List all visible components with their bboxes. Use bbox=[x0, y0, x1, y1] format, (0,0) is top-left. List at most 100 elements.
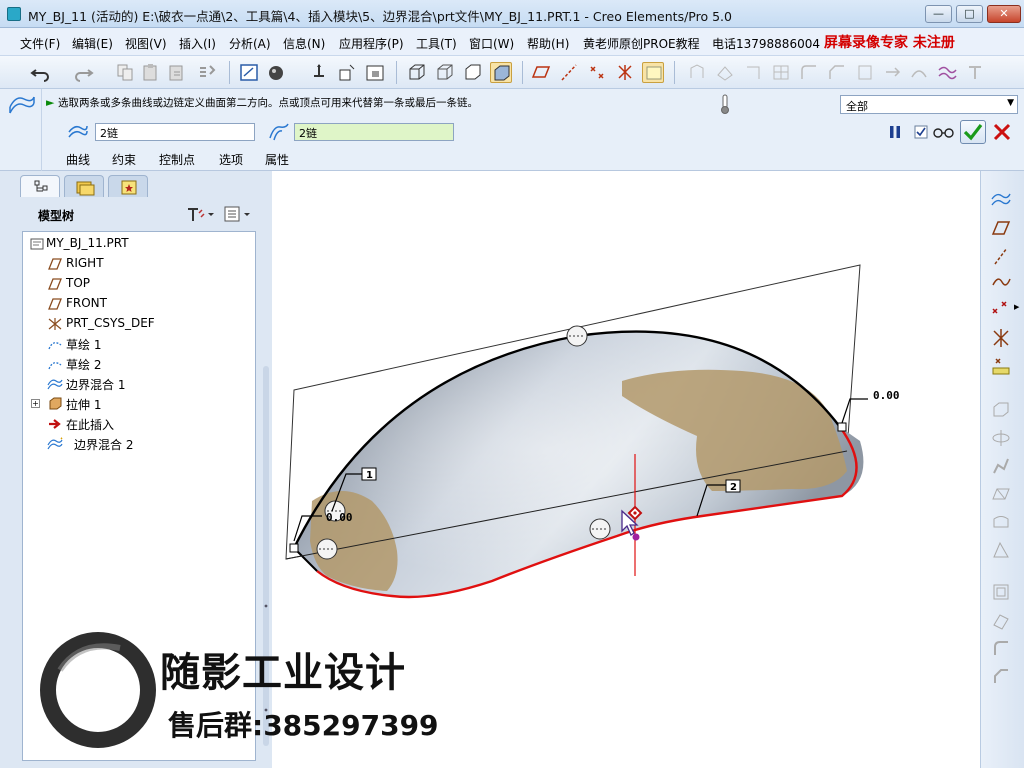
filter-select[interactable]: 全部 ▼ bbox=[840, 95, 1018, 114]
menu-tools[interactable]: 工具(T) bbox=[416, 35, 457, 52]
datum-plane-display-icon[interactable] bbox=[530, 62, 552, 83]
square-handle[interactable] bbox=[837, 422, 847, 432]
menu-window[interactable]: 窗口(W) bbox=[469, 35, 514, 52]
tab-properties[interactable]: 属性 bbox=[265, 151, 289, 168]
second-direction-chain-field[interactable]: 2链 bbox=[294, 123, 454, 141]
tab-control-points[interactable]: 控制点 bbox=[159, 151, 195, 168]
tree-settings-icon[interactable] bbox=[184, 204, 218, 224]
menu-insert[interactable]: 插入(I) bbox=[179, 35, 216, 52]
rib-icon[interactable] bbox=[742, 62, 764, 83]
datum-plane-tool-icon[interactable] bbox=[990, 217, 1012, 239]
variable-section-sweep-icon[interactable] bbox=[990, 539, 1012, 561]
tab-model-tree[interactable] bbox=[20, 175, 60, 197]
tab-options[interactable]: 选项 bbox=[219, 151, 243, 168]
regenerate-icon[interactable] bbox=[196, 62, 218, 83]
tab-favorites[interactable] bbox=[108, 175, 148, 197]
tree-item-sketch-1[interactable]: 草绘 1 bbox=[23, 334, 253, 354]
tree-item-part[interactable]: MY_BJ_11.PRT bbox=[23, 234, 253, 254]
datum-point-display-icon[interactable] bbox=[586, 62, 608, 83]
tab-folder-browser[interactable] bbox=[64, 175, 104, 197]
hidden-line-icon[interactable] bbox=[434, 62, 456, 83]
round-tool-icon[interactable] bbox=[990, 637, 1012, 659]
maximize-button[interactable]: □ bbox=[956, 5, 983, 23]
datum-axis-display-icon[interactable] bbox=[558, 62, 580, 83]
analysis-feature-icon[interactable] bbox=[990, 355, 1012, 377]
draft-tool-icon[interactable] bbox=[990, 609, 1012, 631]
dimension-label-right[interactable]: 0.00 bbox=[873, 389, 900, 402]
menu-applications[interactable]: 应用程序(P) bbox=[339, 35, 404, 52]
paste-icon[interactable] bbox=[140, 62, 162, 83]
shading-icon[interactable] bbox=[490, 62, 512, 83]
glasses-icon[interactable] bbox=[932, 125, 956, 139]
boundary-blend-tool-icon[interactable] bbox=[990, 189, 1012, 211]
shell-icon[interactable] bbox=[714, 62, 736, 83]
revolve-tool-icon[interactable] bbox=[990, 427, 1012, 449]
chamfer-tool-icon[interactable] bbox=[990, 665, 1012, 687]
merge-icon[interactable] bbox=[882, 62, 904, 83]
thicken-icon[interactable] bbox=[964, 62, 986, 83]
tree-item-boundary-blend-1[interactable]: 边界混合 1 bbox=[23, 374, 253, 394]
orient-icon[interactable] bbox=[336, 62, 358, 83]
menu-info[interactable]: 信息(N) bbox=[283, 35, 325, 52]
minimize-button[interactable]: — bbox=[925, 5, 952, 23]
redo-icon[interactable] bbox=[72, 62, 94, 83]
sketch-view-icon[interactable] bbox=[238, 62, 260, 83]
tree-item-csys[interactable]: PRT_CSYS_DEF bbox=[23, 314, 253, 334]
hole-icon[interactable] bbox=[686, 62, 708, 83]
expand-icon[interactable]: + bbox=[31, 399, 40, 408]
sweep-tool-icon[interactable] bbox=[990, 455, 1012, 477]
datum-curve-tool-icon[interactable] bbox=[990, 271, 1012, 293]
tree-item-front[interactable]: FRONT bbox=[23, 294, 253, 314]
trim-icon[interactable] bbox=[854, 62, 876, 83]
menu-file[interactable]: 文件(F) bbox=[20, 35, 60, 52]
offset-icon[interactable] bbox=[908, 62, 930, 83]
appearance-icon[interactable] bbox=[266, 62, 288, 83]
helical-sweep-tool-icon[interactable] bbox=[990, 511, 1012, 533]
preview-checkbox-icon[interactable] bbox=[914, 125, 928, 139]
dimension-label-left[interactable]: 0.00 bbox=[326, 511, 353, 524]
tree-show-icon[interactable] bbox=[222, 204, 256, 224]
round-icon[interactable] bbox=[798, 62, 820, 83]
pause-icon[interactable] bbox=[888, 124, 902, 140]
square-handle[interactable] bbox=[289, 543, 299, 553]
chamfer-icon[interactable] bbox=[826, 62, 848, 83]
menu-tutorial[interactable]: 黄老师原创PROE教程 bbox=[583, 35, 700, 52]
undo-icon[interactable] bbox=[30, 62, 52, 83]
paste-special-icon[interactable] bbox=[166, 62, 188, 83]
tree-item-insert-here[interactable]: 在此插入 bbox=[23, 414, 253, 434]
chain-label-1[interactable]: 1 bbox=[366, 470, 373, 481]
menu-help[interactable]: 帮助(H) bbox=[527, 35, 569, 52]
wireframe-icon[interactable] bbox=[406, 62, 428, 83]
tree-item-extrude-1[interactable]: + 拉伸 1 bbox=[23, 394, 253, 414]
close-button[interactable]: ✕ bbox=[987, 5, 1021, 23]
menu-analysis[interactable]: 分析(A) bbox=[229, 35, 271, 52]
copy-icon[interactable] bbox=[114, 62, 136, 83]
draft-icon[interactable] bbox=[770, 62, 792, 83]
spin-center-icon[interactable] bbox=[308, 62, 330, 83]
saved-views-icon[interactable] bbox=[364, 62, 386, 83]
tree-item-boundary-blend-2[interactable]: 边界混合 2 bbox=[23, 434, 253, 454]
tree-item-top[interactable]: TOP bbox=[23, 274, 253, 294]
extrude-tool-icon[interactable] bbox=[990, 399, 1012, 421]
chevron-right-icon[interactable]: ▶ bbox=[1014, 303, 1019, 311]
style-icon[interactable] bbox=[936, 62, 958, 83]
no-hidden-icon[interactable] bbox=[462, 62, 484, 83]
tab-curves[interactable]: 曲线 bbox=[66, 151, 90, 168]
shell-tool-icon[interactable] bbox=[990, 581, 1012, 603]
menu-view[interactable]: 视图(V) bbox=[125, 35, 167, 52]
annotation-display-icon[interactable] bbox=[642, 62, 664, 83]
datum-point-tool-icon[interactable]: ▶ bbox=[990, 297, 1019, 319]
tree-item-right[interactable]: RIGHT bbox=[23, 254, 253, 274]
menu-edit[interactable]: 编辑(E) bbox=[72, 35, 113, 52]
ok-button[interactable] bbox=[960, 120, 986, 144]
first-direction-chain-field[interactable]: 2链 bbox=[95, 123, 255, 141]
chain-label-2[interactable]: 2 bbox=[730, 482, 737, 493]
csys-display-icon[interactable] bbox=[614, 62, 636, 83]
cancel-button[interactable] bbox=[992, 122, 1012, 142]
tree-item-sketch-2[interactable]: 草绘 2 bbox=[23, 354, 253, 374]
swept-blend-tool-icon[interactable] bbox=[990, 483, 1012, 505]
menu-phone[interactable]: 电话13798886004 bbox=[712, 35, 820, 52]
datum-axis-tool-icon[interactable] bbox=[990, 245, 1012, 267]
tab-constraints[interactable]: 约束 bbox=[112, 151, 136, 168]
csys-tool-icon[interactable] bbox=[990, 327, 1012, 349]
